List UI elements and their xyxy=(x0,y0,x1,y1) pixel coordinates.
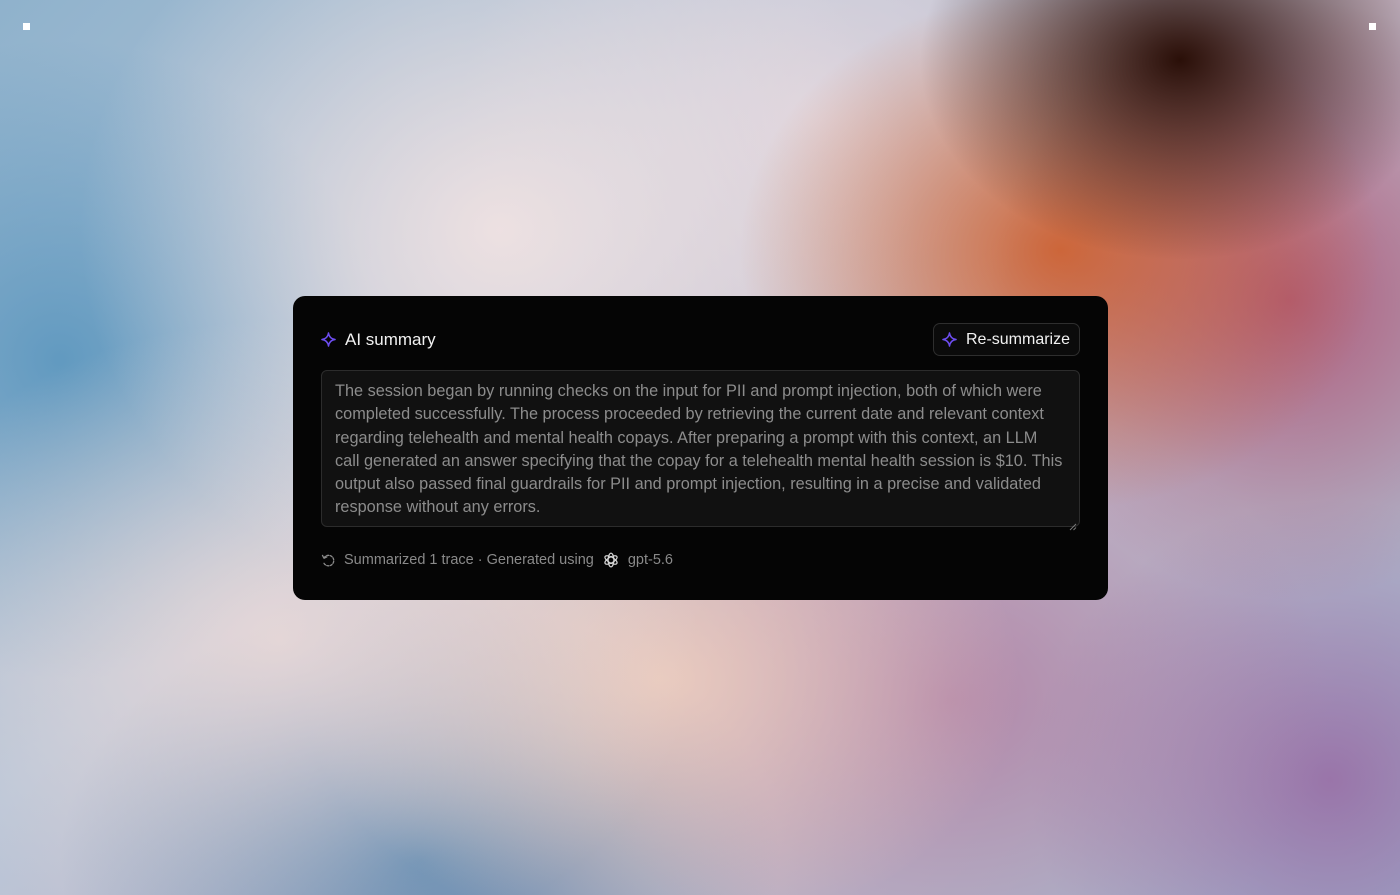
corner-marker-top-right xyxy=(1369,23,1376,30)
card-title: AI summary xyxy=(345,329,436,349)
summary-text: The session began by running checks on t… xyxy=(335,382,1063,517)
summary-status-text: Summarized 1 trace · Generated using xyxy=(344,552,594,568)
resize-handle-icon[interactable] xyxy=(1068,515,1077,531)
refresh-icon xyxy=(321,553,336,568)
sparkle-icon xyxy=(321,332,336,347)
resummarize-button[interactable]: Re-summarize xyxy=(932,323,1080,356)
summary-footer: Summarized 1 trace · Generated using gpt… xyxy=(321,550,673,570)
summary-textarea[interactable]: The session began by running checks on t… xyxy=(321,370,1080,531)
model-name: gpt-5.6 xyxy=(627,552,673,568)
openai-logo-icon xyxy=(602,551,620,569)
sparkle-icon xyxy=(942,332,957,347)
card-header: AI summary Re-summarize xyxy=(321,323,1080,356)
title-group: AI summary xyxy=(321,330,436,350)
ai-summary-card: AI summary Re-summarize The session bega… xyxy=(293,296,1108,600)
corner-marker-top-left xyxy=(23,23,30,30)
resummarize-label: Re-summarize xyxy=(965,330,1070,348)
